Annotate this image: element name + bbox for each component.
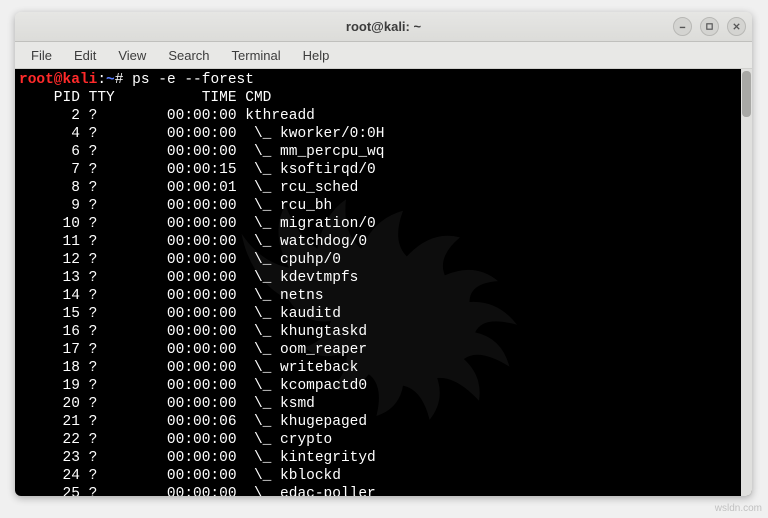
menu-search[interactable]: Search (158, 44, 219, 67)
scrollbar[interactable] (741, 69, 752, 496)
minimize-icon (678, 22, 687, 31)
terminal-window: root@kali: ~ File Edit View Search Termi… (15, 12, 752, 496)
ps-header: PID TTY TIME CMD (19, 90, 271, 106)
prompt-path: ~ (106, 72, 115, 88)
close-button[interactable] (727, 17, 746, 36)
window-controls (673, 17, 746, 36)
prompt-separator: : (97, 72, 106, 88)
menu-terminal[interactable]: Terminal (222, 44, 291, 67)
menu-edit[interactable]: Edit (64, 44, 106, 67)
close-icon (732, 22, 741, 31)
menu-file[interactable]: File (21, 44, 62, 67)
prompt-command: ps -e --forest (132, 72, 254, 88)
maximize-button[interactable] (700, 17, 719, 36)
prompt-user-host: root@kali (19, 72, 97, 88)
process-list: 2 ? 00:00:00 kthreadd 4 ? 00:00:00 \_ kw… (19, 107, 748, 496)
titlebar[interactable]: root@kali: ~ (15, 12, 752, 42)
window-title: root@kali: ~ (346, 19, 421, 34)
terminal-content: root@kali:~# ps -e --forest PID TTY TIME… (15, 69, 752, 496)
maximize-icon (705, 22, 714, 31)
prompt-suffix: # (115, 72, 132, 88)
menu-view[interactable]: View (108, 44, 156, 67)
terminal-area[interactable]: root@kali:~# ps -e --forest PID TTY TIME… (15, 69, 752, 496)
menubar: File Edit View Search Terminal Help (15, 42, 752, 69)
scrollbar-thumb[interactable] (742, 71, 751, 117)
minimize-button[interactable] (673, 17, 692, 36)
menu-help[interactable]: Help (293, 44, 340, 67)
watermark: wsldn.com (715, 503, 762, 514)
